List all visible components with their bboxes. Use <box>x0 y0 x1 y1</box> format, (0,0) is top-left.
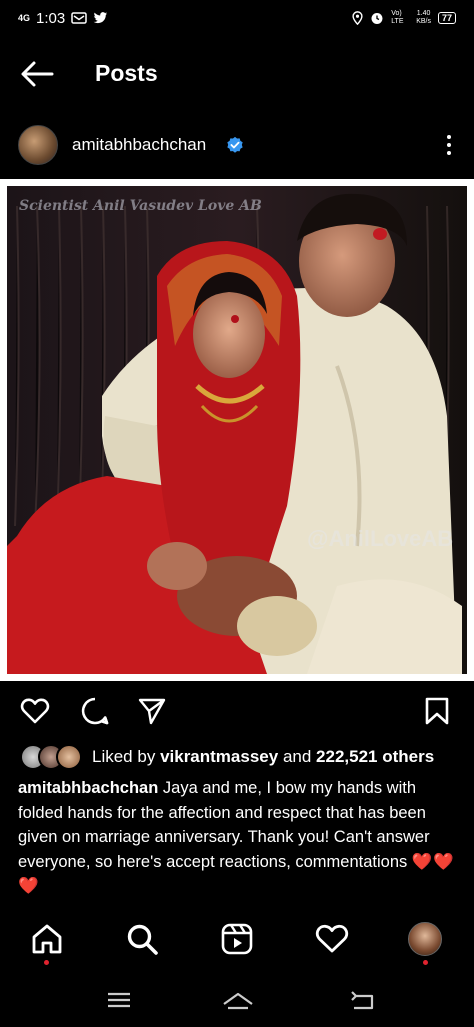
status-time: 1:03 <box>36 9 66 27</box>
save-bookmark-icon[interactable] <box>422 696 452 726</box>
status-left: 4G 1:03 <box>18 10 108 27</box>
volte-indicator: Vo) LTE <box>391 10 404 25</box>
battery-indicator: 77 <box>437 12 456 24</box>
post-image[interactable]: Scientist Anil Vasudev Love AB @AnilLove… <box>7 186 467 674</box>
home-icon[interactable] <box>30 922 64 956</box>
verified-badge-icon <box>227 136 243 153</box>
back-arrow-icon[interactable] <box>20 60 54 88</box>
speed-value: 1.40 <box>416 10 431 17</box>
share-send-icon[interactable] <box>137 696 167 726</box>
system-navigation-bar <box>0 972 474 1027</box>
likes-row[interactable]: Liked by vikrantmassey and 222,521 other… <box>0 743 474 771</box>
liker-avatars <box>20 744 84 770</box>
comment-icon[interactable] <box>80 696 110 726</box>
profile-notification-dot <box>423 960 428 965</box>
status-right: Vo) LTE 1.40 KB/s 77 <box>352 10 456 26</box>
likes-user[interactable]: vikrantmassey <box>160 747 278 766</box>
status-bar: 4G 1:03 Vo) LTE 1.40 KB/s 77 <box>0 0 474 36</box>
back-button-icon[interactable] <box>348 988 378 1012</box>
reels-icon[interactable] <box>220 922 254 956</box>
menu-icon[interactable] <box>104 988 134 1012</box>
twitter-icon <box>93 12 108 24</box>
home-button-icon[interactable] <box>221 988 255 1012</box>
speed-unit: KB/s <box>416 18 431 25</box>
bottom-navigation <box>0 910 474 972</box>
post-image-frame[interactable]: Scientist Anil Vasudev Love AB @AnilLove… <box>0 179 474 681</box>
image-watermark-top: Scientist Anil Vasudev Love AB <box>19 198 262 214</box>
network-speed: 1.40 KB/s <box>416 10 431 26</box>
location-icon <box>352 11 363 25</box>
likes-summary: Liked by vikrantmassey and 222,521 other… <box>92 747 434 767</box>
caption-username[interactable]: amitabhbachchan <box>18 779 158 797</box>
likes-prefix: Liked by <box>92 747 156 766</box>
top-header: Posts <box>0 50 474 98</box>
wedding-photo-illustration <box>7 186 467 674</box>
post-author-username[interactable]: amitabhbachchan <box>72 135 206 155</box>
like-heart-icon[interactable] <box>20 696 50 726</box>
search-icon[interactable] <box>125 922 159 956</box>
message-icon <box>71 12 87 24</box>
post-author-avatar[interactable] <box>18 125 58 165</box>
page-title: Posts <box>95 60 158 86</box>
signal-indicator: 4G <box>18 12 31 23</box>
likes-and: and <box>282 747 312 766</box>
liker-avatar <box>56 744 82 770</box>
more-options-icon[interactable] <box>446 135 452 157</box>
post-caption: amitabhbachchan Jaya and me, I bow my ha… <box>18 776 458 899</box>
likes-others-count[interactable]: 222,521 others <box>316 747 434 766</box>
post-actions <box>0 692 474 728</box>
alarm-icon <box>371 13 383 24</box>
profile-avatar[interactable] <box>408 922 442 956</box>
home-notification-dot <box>44 960 49 965</box>
image-watermark-handle: @AnilLoveAB <box>307 526 454 551</box>
activity-heart-icon[interactable] <box>315 922 349 956</box>
